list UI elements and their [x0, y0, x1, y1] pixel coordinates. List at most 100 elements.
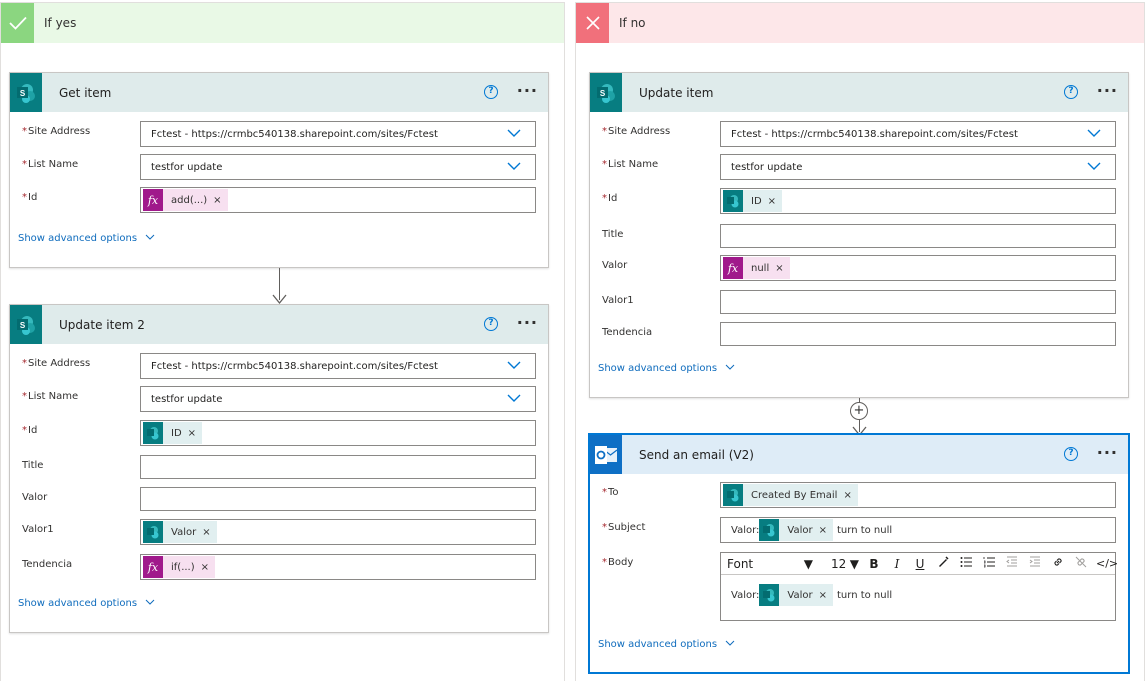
- font-dropdown[interactable]: Font ▼: [727, 557, 813, 571]
- remove-token-icon[interactable]: ×: [202, 527, 210, 538]
- code-view-button[interactable]: </>: [1096, 557, 1118, 570]
- remove-token-icon[interactable]: ×: [819, 525, 827, 536]
- more-options-icon[interactable]: ···: [1097, 81, 1118, 100]
- tendencia-input[interactable]: [720, 322, 1116, 346]
- body-content[interactable]: Valor: Valor × turn to null: [731, 584, 892, 606]
- valor1-input[interactable]: [720, 290, 1116, 314]
- action-header-get-item[interactable]: S Get item ? ···: [10, 73, 548, 112]
- field-row-id: *Id ID ×: [10, 420, 548, 446]
- checkmark-icon: [1, 3, 34, 43]
- title-input[interactable]: [140, 455, 536, 479]
- site-address-dropdown[interactable]: Fctest - https://crmbc540138.sharepoint.…: [140, 353, 536, 379]
- bulleted-list-icon[interactable]: [958, 556, 974, 571]
- body-editor[interactable]: Font ▼ 12 ▼ B I U </> Valor: Valor × tur…: [720, 552, 1118, 621]
- sharepoint-icon: S: [10, 305, 42, 344]
- dynamic-content-token[interactable]: ID ×: [143, 422, 203, 444]
- valor-input[interactable]: [140, 487, 536, 511]
- dynamic-content-token[interactable]: Created By Email ×: [723, 484, 858, 506]
- remove-token-icon[interactable]: ×: [819, 590, 827, 601]
- sharepoint-icon: [759, 519, 780, 541]
- branch-yes-header[interactable]: If yes: [1, 3, 564, 43]
- dynamic-content-token[interactable]: Valor ×: [759, 584, 833, 606]
- more-options-icon[interactable]: ···: [517, 81, 538, 100]
- expression-token[interactable]: fx if(...) ×: [143, 556, 216, 578]
- show-advanced-options-link[interactable]: Show advanced options: [598, 363, 735, 374]
- body-text: turn to null: [837, 589, 893, 601]
- field-label: *Id: [602, 193, 618, 204]
- expression-token[interactable]: fx add(...) ×: [143, 189, 228, 211]
- field-row-valor1: Valor1: [590, 290, 1128, 316]
- site-address-dropdown[interactable]: Fctest - https://crmbc540138.sharepoint.…: [140, 121, 536, 147]
- help-icon[interactable]: ?: [484, 85, 498, 99]
- remove-token-icon[interactable]: ×: [201, 562, 209, 573]
- insert-step-button[interactable]: +: [850, 402, 868, 420]
- tendencia-input[interactable]: fx if(...) ×: [140, 554, 536, 580]
- field-label: Tendencia: [602, 327, 653, 338]
- svg-text:S: S: [600, 89, 606, 98]
- help-icon[interactable]: ?: [1064, 85, 1078, 99]
- remove-token-icon[interactable]: ×: [213, 195, 221, 206]
- show-advanced-options-link[interactable]: Show advanced options: [18, 233, 155, 244]
- field-label: *To: [602, 487, 619, 498]
- action-card-update-item: S Update item ? ··· *Site Address Fctest…: [589, 72, 1129, 398]
- show-advanced-options-link[interactable]: Show advanced options: [598, 639, 735, 650]
- field-row-valor: Valor fx null ×: [590, 255, 1128, 281]
- bold-button[interactable]: B: [866, 557, 882, 571]
- chevron-down-icon: [725, 639, 735, 650]
- field-row-title: Title: [10, 455, 548, 481]
- help-icon[interactable]: ?: [1064, 447, 1078, 461]
- outlook-icon: [590, 435, 622, 474]
- more-options-icon[interactable]: ···: [1097, 443, 1118, 462]
- font-size-dropdown[interactable]: 12 ▼: [831, 557, 859, 571]
- valor1-input[interactable]: Valor ×: [140, 519, 536, 545]
- remove-token-icon[interactable]: ×: [843, 490, 851, 501]
- list-name-dropdown[interactable]: testfor update: [140, 154, 536, 180]
- action-header-update-item-2[interactable]: S Update item 2 ? ···: [10, 305, 548, 344]
- action-card-get-item: S Get item ? ··· *Site Address Fctest - …: [9, 72, 549, 268]
- dynamic-content-token[interactable]: ID ×: [723, 190, 783, 212]
- chevron-down-icon: [1087, 126, 1101, 143]
- caret-down-icon: ▼: [803, 556, 813, 571]
- branch-no-header[interactable]: If no: [576, 3, 1144, 43]
- decrease-indent-icon: [1004, 556, 1020, 571]
- action-title: Get item: [59, 85, 112, 100]
- show-advanced-options-link[interactable]: Show advanced options: [18, 598, 155, 609]
- dynamic-content-token[interactable]: Valor ×: [759, 519, 833, 541]
- more-options-icon[interactable]: ···: [517, 313, 538, 332]
- numbered-list-icon[interactable]: [981, 556, 997, 571]
- svg-text:S: S: [20, 89, 26, 98]
- remove-token-icon[interactable]: ×: [188, 428, 196, 439]
- to-input[interactable]: Created By Email ×: [720, 482, 1116, 508]
- field-row-valor: Valor: [10, 487, 548, 513]
- underline-button[interactable]: U: [912, 557, 928, 571]
- field-row-list-name: *List Name testfor update: [590, 154, 1128, 180]
- action-header-send-email[interactable]: Send an email (V2) ? ···: [590, 435, 1128, 474]
- action-header-update-item[interactable]: S Update item ? ···: [590, 73, 1128, 112]
- id-input[interactable]: fx add(...) ×: [140, 187, 536, 213]
- subject-input[interactable]: Valor: Valor × turn to null: [720, 517, 1116, 543]
- field-row-site-address: *Site Address Fctest - https://crmbc5401…: [10, 121, 548, 147]
- italic-button[interactable]: I: [889, 557, 905, 571]
- field-label: *Site Address: [22, 126, 91, 137]
- link-icon[interactable]: [1050, 556, 1066, 571]
- valor-input[interactable]: fx null ×: [720, 255, 1116, 281]
- field-label: Title: [602, 229, 624, 240]
- sharepoint-icon: [723, 484, 743, 506]
- field-label: *Id: [22, 425, 38, 436]
- field-row-valor1: Valor1 Valor ×: [10, 519, 548, 545]
- help-icon[interactable]: ?: [484, 317, 498, 331]
- site-address-dropdown[interactable]: Fctest - https://crmbc540138.sharepoint.…: [720, 121, 1116, 147]
- highlight-pen-icon[interactable]: [935, 556, 951, 571]
- list-name-dropdown[interactable]: testfor update: [720, 154, 1116, 180]
- field-label: Valor: [602, 260, 628, 271]
- title-input[interactable]: [720, 224, 1116, 248]
- id-input[interactable]: ID ×: [140, 420, 536, 446]
- remove-token-icon[interactable]: ×: [768, 196, 776, 207]
- id-input[interactable]: ID ×: [720, 188, 1116, 214]
- list-name-dropdown[interactable]: testfor update: [140, 386, 536, 412]
- field-row-tendencia: Tendencia fx if(...) ×: [10, 554, 548, 580]
- field-label: *List Name: [22, 159, 79, 170]
- expression-token[interactable]: fx null ×: [723, 257, 790, 279]
- dynamic-content-token[interactable]: Valor ×: [143, 521, 217, 543]
- remove-token-icon[interactable]: ×: [775, 263, 783, 274]
